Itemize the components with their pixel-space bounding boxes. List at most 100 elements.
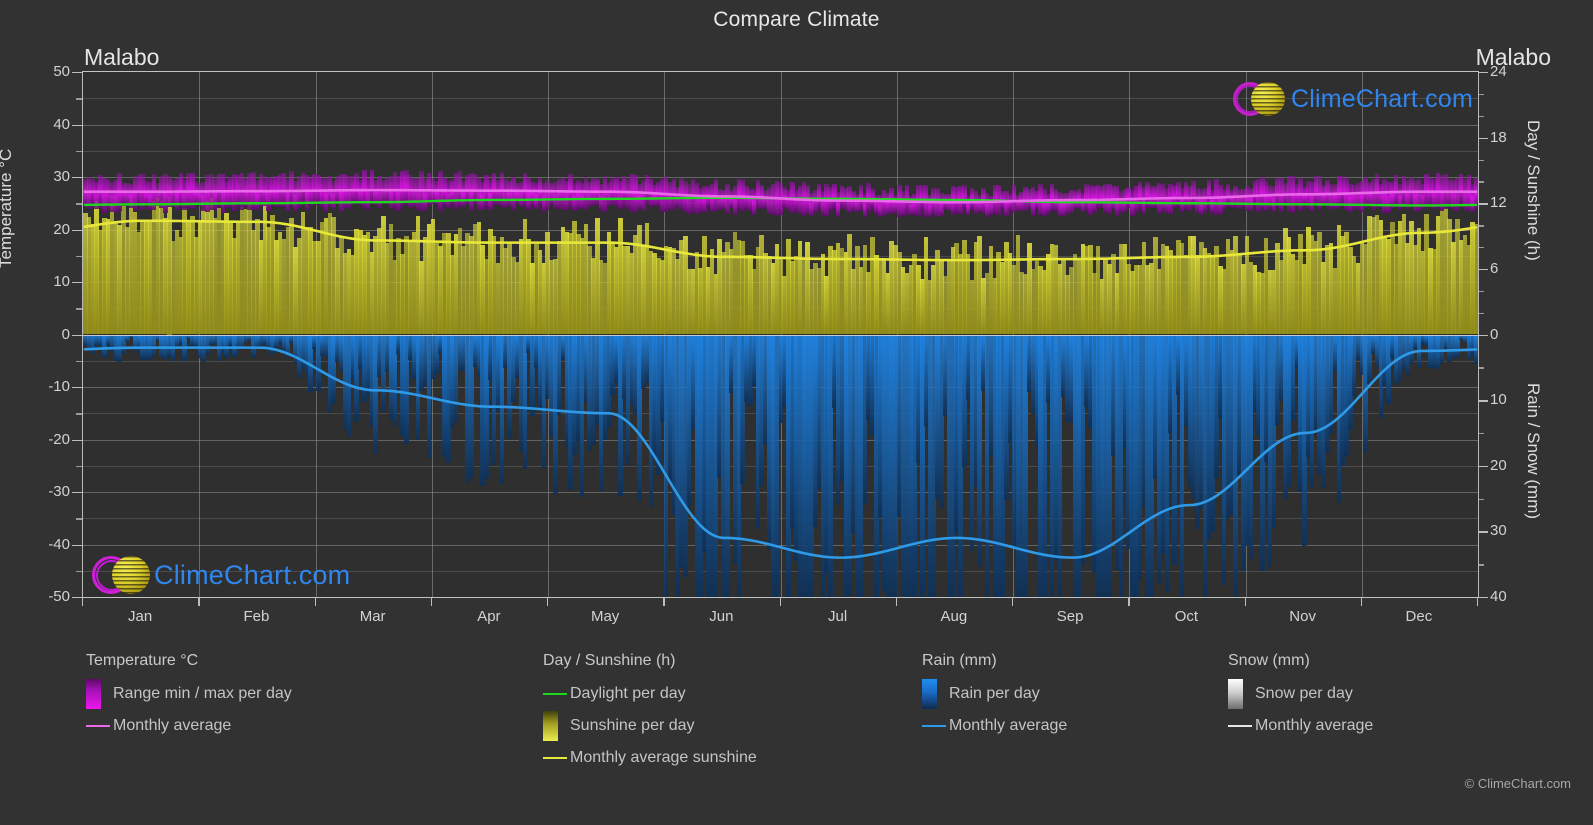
legend-item[interactable]: Monthly average — [86, 710, 292, 742]
left-axis-minor-tick — [76, 308, 83, 310]
left-axis-tick-mark — [72, 439, 83, 441]
left-axis-tick-mark — [72, 387, 83, 389]
x-axis-tick-mark — [1244, 597, 1246, 606]
sunshine-average-line — [83, 219, 1478, 262]
x-axis-tick-label: Nov — [1289, 608, 1316, 625]
right-top-axis-tick-label: 18 — [1490, 128, 1507, 146]
legend-line-swatch — [86, 724, 110, 728]
x-axis-tick-label: Mar — [359, 608, 386, 625]
climechart-logo-top[interactable]: ClimeChart.com — [1233, 78, 1473, 120]
left-axis-tick-mark — [72, 177, 83, 179]
x-axis-tick-label: Aug — [940, 608, 968, 625]
legend-line-swatch — [922, 724, 946, 728]
x-axis-tick-mark — [547, 597, 549, 606]
right-axis-tick-mark — [1478, 400, 1488, 402]
right-top-axis-tick-label: 6 — [1490, 259, 1499, 277]
legend-item[interactable]: Daylight per day — [543, 678, 757, 710]
x-axis-tick-mark — [82, 597, 84, 606]
left-location-title: Malabo — [84, 44, 160, 70]
right-axis-tick-mark — [1478, 334, 1488, 336]
left-axis-minor-tick — [76, 255, 83, 258]
left-axis-tick-mark — [72, 334, 83, 336]
legend-line-swatch — [1228, 724, 1252, 728]
right-axis-tick-mark — [1478, 72, 1488, 74]
x-axis-tick-label: Oct — [1174, 608, 1199, 625]
left-axis-minor-tick — [76, 465, 83, 468]
right-top-axis-tick-label: 0 — [1490, 325, 1499, 343]
left-axis-tick-label: -10 — [48, 378, 70, 395]
x-axis-tick-label: May — [590, 608, 620, 625]
legend-swatch — [922, 679, 937, 709]
right-top-axis-title: Day / Sunshine (h) — [1524, 120, 1543, 261]
legend-item[interactable]: Monthly average — [1228, 710, 1373, 742]
legend-line-swatch — [543, 756, 567, 760]
legend-item-label: Daylight per day — [570, 685, 686, 702]
legend-column: Temperature °C Range min / max per day Mon… — [86, 652, 292, 742]
left-axis-tick-label: 10 — [53, 273, 70, 290]
left-axis-minor-tick — [76, 150, 83, 153]
legend-line-swatch-wrap — [922, 724, 946, 728]
right-axis-minor-tick — [1478, 93, 1484, 96]
legend-item[interactable]: Rain per day — [922, 678, 1067, 710]
climechart-logo-bottom[interactable]: ClimeChart.com — [92, 552, 350, 598]
legend-swatch — [543, 711, 558, 741]
left-axis-tick-label: 40 — [53, 115, 70, 133]
left-axis-tick-label: -30 — [48, 483, 70, 500]
x-axis-tick-mark — [198, 597, 200, 606]
left-axis-tick-mark — [72, 72, 83, 74]
left-axis-minor-tick — [76, 360, 83, 363]
left-axis-tick-label: -40 — [48, 535, 70, 553]
right-axis-tick-mark — [1478, 203, 1488, 205]
left-axis-minor-tick — [76, 518, 83, 520]
climate-chart-page: Compare Climate Malabo Malabo ClimeChart… — [0, 0, 1593, 825]
x-axis-tick-mark — [779, 597, 781, 606]
right-axis-tick-mark — [1478, 268, 1488, 271]
x-axis-tick-label: Apr — [477, 608, 501, 625]
x-axis-tick-mark — [430, 597, 433, 606]
left-axis-minor-tick — [76, 98, 83, 100]
legend-item-label: Monthly average — [949, 717, 1068, 734]
plot-area — [82, 72, 1479, 597]
x-axis-tick-label: Sep — [1056, 608, 1084, 625]
legend-item-label: Range min / max per day — [113, 685, 292, 702]
legend-line-swatch-wrap — [543, 692, 567, 696]
legend-item-label: Snow per day — [1255, 685, 1353, 702]
right-bottom-axis-tick-label: 20 — [1490, 456, 1507, 474]
right-bottom-axis-tick-label: 30 — [1490, 522, 1507, 540]
right-bottom-axis-title: Rain / Snow (mm) — [1524, 383, 1543, 520]
right-axis-minor-tick — [1478, 181, 1484, 183]
zero-line — [83, 334, 1478, 336]
legend-line-swatch — [543, 692, 567, 696]
page-title: Compare Climate — [713, 8, 880, 31]
right-axis-tick-mark — [1478, 597, 1488, 599]
legend-line-swatch-wrap — [86, 724, 110, 728]
legend-heading: Day / Sunshine (h) — [543, 652, 676, 669]
x-axis-tick-mark — [1012, 597, 1014, 606]
legend-item[interactable]: Range min / max per day — [86, 678, 292, 710]
left-axis-tick-mark — [72, 544, 83, 546]
right-axis-minor-tick — [1478, 498, 1484, 500]
right-axis-minor-tick — [1478, 247, 1484, 249]
legend-item[interactable]: Sunshine per day — [543, 710, 757, 742]
right-axis-minor-tick — [1478, 367, 1484, 369]
x-axis-tick-mark — [1477, 597, 1479, 606]
x-axis-tick-label: Jul — [828, 608, 848, 625]
right-axis-minor-tick — [1478, 290, 1484, 293]
legend-item[interactable]: Monthly average sunshine — [543, 742, 757, 774]
x-axis-tick-mark — [663, 597, 665, 606]
left-axis-tick-label: -20 — [48, 430, 70, 448]
logo-text-top: ClimeChart.com — [1291, 84, 1473, 113]
left-axis-minor-tick — [76, 570, 83, 573]
x-axis-tick-label: Jan — [128, 608, 153, 625]
x-axis-tick-label: Jun — [709, 608, 734, 625]
right-axis-tick-mark — [1478, 531, 1488, 533]
legend-heading: Rain (mm) — [922, 652, 997, 669]
right-bottom-axis-tick-label: 10 — [1490, 391, 1507, 409]
left-axis-tick-mark — [72, 492, 83, 494]
legend-item[interactable]: Snow per day — [1228, 678, 1373, 710]
legend-swatch — [86, 679, 101, 709]
x-axis-tick-mark — [895, 597, 898, 606]
x-axis-tick-mark — [1128, 597, 1130, 606]
legend-column: Rain (mm) Rain per day Monthly average — [922, 652, 1067, 742]
legend-item[interactable]: Monthly average — [922, 710, 1067, 742]
